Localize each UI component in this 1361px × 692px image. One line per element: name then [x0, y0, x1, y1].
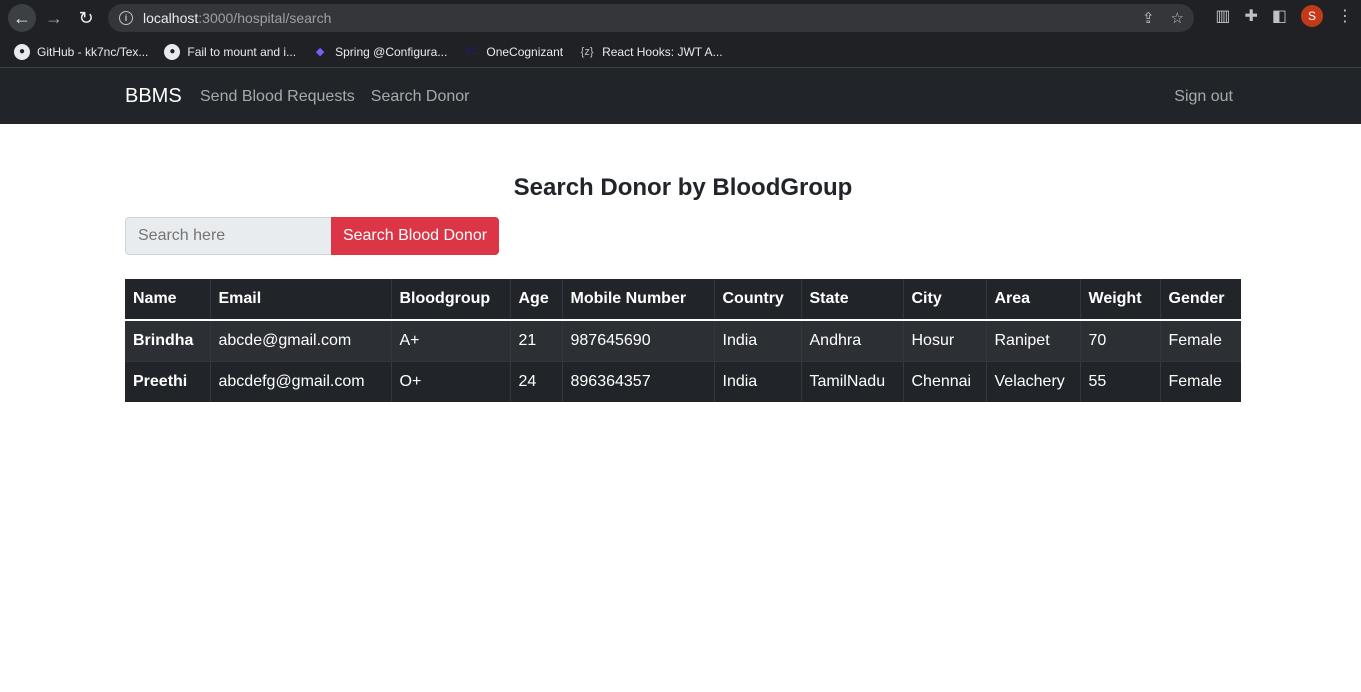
url-path: :3000/hospital/search — [198, 10, 332, 26]
cell-area: Velachery — [985, 360, 1080, 402]
cell-email: abcde@gmail.com — [209, 319, 391, 361]
github-icon: ● — [164, 43, 181, 60]
cell-name: Brindha — [125, 319, 210, 361]
share-icon[interactable]: ⇪ — [1142, 9, 1155, 27]
cell-city: Hosur — [902, 319, 986, 361]
header-name: Name — [125, 279, 210, 321]
url-host: localhost — [143, 10, 199, 26]
bookmark-label: Fail to mount and i... — [187, 44, 297, 59]
bookmark-item[interactable]: ◆ Spring @Configura... — [312, 44, 447, 60]
puzzle-icon[interactable]: ✚ — [1244, 6, 1257, 26]
cell-city: Chennai — [902, 360, 986, 402]
forward-arrow-icon[interactable]: → — [40, 4, 68, 32]
signout-link[interactable]: Sign out — [1174, 88, 1233, 106]
extension-chart-icon[interactable]: ▥ — [1215, 6, 1230, 26]
header-mobile-number: Mobile Number — [561, 279, 714, 321]
donor-table: Name Email Bloodgroup Age Mobile Number … — [125, 279, 1241, 402]
header-weight: Weight — [1079, 279, 1160, 321]
header-city: City — [902, 279, 986, 321]
header-age: Age — [509, 279, 562, 321]
cell-gender: Female — [1159, 319, 1241, 361]
cell-bloodgroup: O+ — [390, 360, 510, 402]
bookmark-label: React Hooks: JWT A... — [602, 44, 723, 59]
cell-country: India — [713, 360, 801, 402]
header-state: State — [800, 279, 903, 321]
cell-mobile-number: 987645690 — [561, 319, 714, 361]
cell-country: India — [713, 319, 801, 361]
bookmark-item[interactable]: ● Fail to mount and i... — [164, 43, 297, 60]
bookmark-item[interactable]: ● GitHub - kk7nc/Tex... — [14, 43, 149, 60]
cell-bloodgroup: A+ — [390, 319, 510, 361]
menu-kebab-icon[interactable]: ⋮ — [1337, 6, 1353, 26]
table-row: Preethi abcdefg@gmail.com O+ 24 89636435… — [125, 360, 1241, 402]
header-email: Email — [209, 279, 391, 321]
bookmarks-bar: ● GitHub - kk7nc/Tex... ● Fail to mount an… — [0, 36, 1361, 68]
cell-state: Andhra — [800, 319, 903, 361]
cell-name: Preethi — [125, 360, 210, 402]
search-input[interactable] — [125, 217, 331, 255]
header-area: Area — [985, 279, 1080, 321]
bookmark-label: OneCognizant — [486, 44, 564, 59]
info-icon[interactable]: i — [119, 11, 133, 25]
cell-email: abcdefg@gmail.com — [209, 360, 391, 402]
nav-link-send-blood-requests[interactable]: Send Blood Requests — [200, 88, 355, 106]
table-header-row: Name Email Bloodgroup Age Mobile Number … — [125, 279, 1241, 321]
table-row: Brindha abcde@gmail.com A+ 21 987645690 … — [125, 319, 1241, 361]
bookmark-item[interactable]: {z} React Hooks: JWT A... — [579, 44, 723, 60]
bookmark-item[interactable]: 1C OneCognizant — [463, 44, 563, 60]
page-title: Search Donor by BloodGroup — [513, 174, 853, 201]
cell-age: 21 — [509, 319, 562, 361]
bookmark-label: Spring @Configura... — [335, 44, 448, 59]
reload-icon[interactable]: ↻ — [72, 4, 100, 32]
cell-area: Ranipet — [985, 319, 1080, 361]
browser-toolbar: ← → ↻ i localhost:3000/hospital/search ⇪… — [0, 0, 1361, 36]
app-navbar: BBMS Send Blood Requests Search Donor Si… — [0, 68, 1361, 124]
url-text: localhost:3000/hospital/search — [143, 10, 331, 26]
nav-link-search-donor[interactable]: Search Donor — [371, 88, 470, 106]
cognizant-icon: 1C — [464, 46, 478, 57]
bookmark-star-icon[interactable]: ☆ — [1171, 9, 1184, 27]
bookmark-label: GitHub - kk7nc/Tex... — [37, 44, 149, 59]
cell-mobile-number: 896364357 — [561, 360, 714, 402]
address-bar[interactable]: i localhost:3000/hospital/search ⇪ ☆ — [108, 4, 1194, 32]
search-blood-donor-button[interactable]: Search Blood Donor — [331, 217, 499, 255]
spring-icon: ◆ — [315, 46, 325, 58]
side-panel-icon[interactable]: ◧ — [1272, 6, 1287, 26]
braces-icon: {z} — [580, 45, 594, 58]
cell-age: 24 — [509, 360, 562, 402]
github-icon: ● — [14, 43, 30, 60]
search-form: Search Blood Donor — [125, 217, 499, 255]
cell-weight: 70 — [1079, 319, 1160, 361]
header-bloodgroup: Bloodgroup — [390, 279, 510, 321]
cell-gender: Female — [1159, 360, 1241, 402]
back-arrow-icon[interactable]: ← — [8, 4, 36, 32]
brand-logo[interactable]: BBMS — [125, 85, 182, 108]
profile-avatar[interactable]: S — [1301, 5, 1323, 27]
cell-state: TamilNadu — [800, 360, 903, 402]
header-country: Country — [713, 279, 801, 321]
header-gender: Gender — [1159, 279, 1241, 321]
cell-weight: 55 — [1079, 360, 1160, 402]
